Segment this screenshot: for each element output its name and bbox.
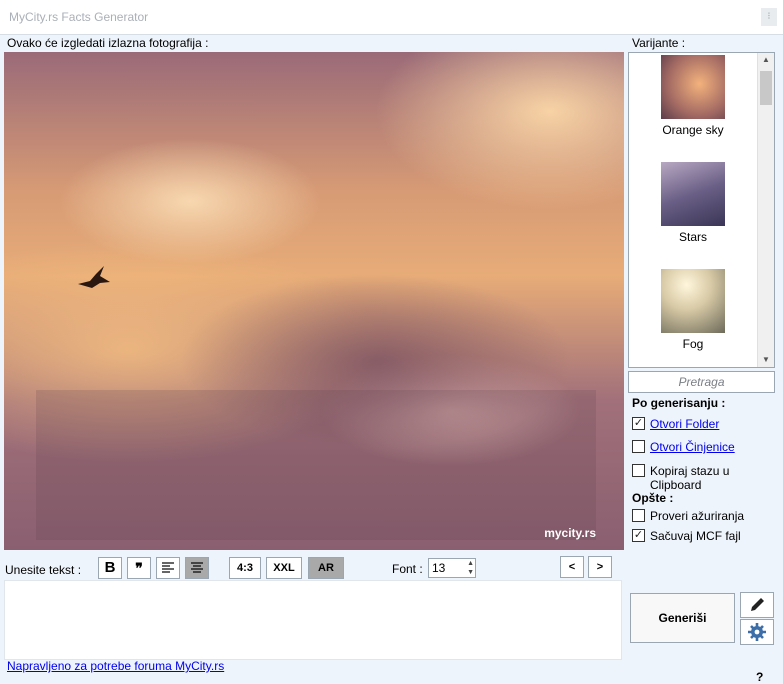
scroll-up-icon[interactable]: ▲ [758, 53, 774, 67]
variant-label: Stars [678, 230, 707, 244]
variants-scrollbar[interactable]: ▲ ▼ [757, 53, 774, 367]
font-size-value: 13 [432, 561, 446, 575]
scroll-down-icon[interactable]: ▼ [758, 353, 774, 367]
copy-path-checkbox[interactable] [632, 464, 645, 477]
font-label: Font : [392, 562, 423, 576]
size-button[interactable]: XXL [266, 557, 302, 579]
align-left-button[interactable] [156, 557, 180, 579]
quote-button[interactable]: ❞ [127, 557, 151, 579]
open-folder-checkbox[interactable]: ✓ [632, 417, 645, 430]
variant-thumbnail [661, 269, 725, 333]
align-center-icon [191, 562, 203, 573]
align-left-icon [162, 562, 174, 573]
window-title: MyCity.rs Facts Generator [9, 10, 149, 24]
variant-item[interactable]: Orange sky [629, 55, 757, 137]
bird-silhouette [78, 266, 110, 288]
variant-label: Fog [682, 337, 704, 351]
text-input[interactable] [4, 580, 622, 660]
variant-thumbnail [661, 55, 725, 119]
variants-label: Varijante : [632, 36, 686, 50]
next-button[interactable]: > [588, 556, 612, 578]
watermark: mycity.rs [544, 526, 596, 540]
bold-button[interactable]: B [98, 557, 122, 579]
forum-link[interactable]: Napravljeno za potrebe foruma MyCity.rs [7, 659, 224, 673]
general-heading: Opšte : [632, 491, 674, 505]
pencil-icon [751, 598, 764, 611]
after-generate-heading: Po generisanju : [632, 396, 726, 410]
open-facts-checkbox[interactable] [632, 440, 645, 453]
ar-button[interactable]: AR [308, 557, 344, 579]
settings-button[interactable] [740, 619, 774, 645]
check-updates-label: Proveri ažuriranja [650, 509, 745, 523]
title-bar: MyCity.rs Facts Generator ⁝ [0, 0, 783, 35]
preview-image: mycity.rs [4, 52, 624, 550]
window-menu-button[interactable]: ⁝ [761, 8, 777, 26]
gear-icon [748, 623, 766, 641]
align-center-button[interactable] [185, 557, 209, 579]
variant-item[interactable]: Stars [629, 162, 757, 244]
save-mcf-label: Sačuvaj MCF fajl [650, 529, 741, 543]
text-input-label: Unesite tekst : [5, 563, 82, 577]
open-facts-link[interactable]: Otvori Činjenice [650, 440, 735, 454]
edit-button[interactable] [740, 592, 774, 618]
open-folder-link[interactable]: Otvori Folder [650, 417, 719, 431]
copy-path-label: Kopiraj stazu u Clipboard [650, 464, 730, 492]
variant-item[interactable]: Fog [629, 269, 757, 351]
variants-list[interactable]: Orange sky Stars Fog ▲ ▼ [628, 52, 775, 368]
text-overlay-area [36, 390, 596, 540]
stepper-arrows-icon[interactable]: ▲ ▼ [467, 559, 474, 577]
generate-button[interactable]: Generiši [630, 593, 735, 643]
variant-thumbnail [661, 162, 725, 226]
check-updates-checkbox[interactable] [632, 509, 645, 522]
search-input[interactable]: Pretraga [628, 371, 775, 393]
scroll-thumb[interactable] [760, 71, 772, 105]
preview-label: Ovako će izgledati izlazna fotografija : [7, 36, 209, 50]
ratio-button[interactable]: 4:3 [229, 557, 261, 579]
save-mcf-checkbox[interactable]: ✓ [632, 529, 645, 542]
prev-button[interactable]: < [560, 556, 584, 578]
help-button[interactable]: ? [756, 670, 763, 684]
font-size-stepper[interactable]: 13 ▲ ▼ [428, 558, 476, 578]
variant-label: Orange sky [662, 123, 724, 137]
